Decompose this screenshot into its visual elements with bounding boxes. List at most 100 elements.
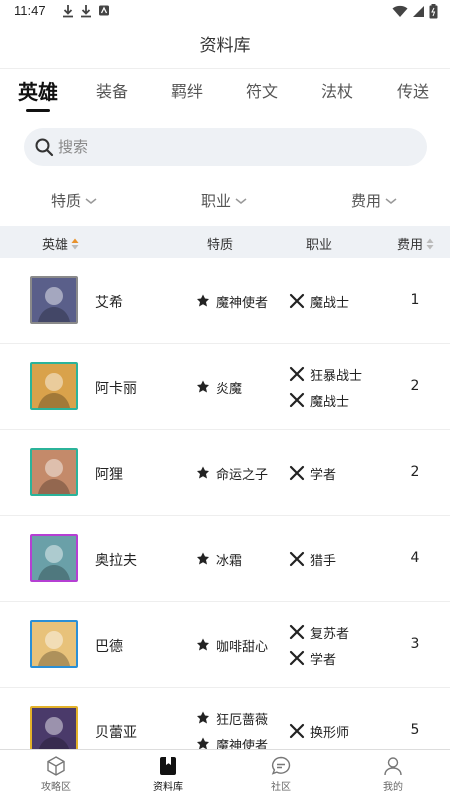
- class-tag[interactable]: 猎手: [289, 550, 384, 569]
- chat-icon: [271, 756, 291, 775]
- signal-icon: [413, 6, 424, 17]
- filter-cost-dropdown[interactable]: 费用: [351, 190, 398, 211]
- hero-avatar[interactable]: [30, 534, 78, 582]
- hero-row[interactable]: 巴德 咖啡甜心 复苏者 学者 3: [0, 602, 450, 688]
- search-bar[interactable]: [24, 128, 427, 166]
- trait-tag[interactable]: 冰霜: [195, 550, 290, 569]
- page-title: 资料库: [199, 36, 251, 56]
- table-header: 英雄 特质 职业 费用: [0, 226, 450, 258]
- sort-icon: [426, 238, 434, 249]
- hero-avatar[interactable]: [30, 706, 78, 749]
- class-icon: [289, 723, 305, 739]
- hero-classes: 复苏者学者: [289, 602, 384, 688]
- hero-traits: 魔神使者: [195, 258, 290, 344]
- hero-name: 贝蕾亚: [95, 725, 137, 741]
- system-icons: [392, 4, 438, 19]
- hero-portrait-image: [32, 536, 76, 580]
- trait-label: 魔神使者: [216, 738, 269, 750]
- trait-tag[interactable]: 魔神使者: [195, 735, 290, 750]
- hero-name: 艾希: [95, 295, 123, 311]
- hero-classes: 换形师: [289, 688, 384, 749]
- nav-community[interactable]: 社区: [246, 755, 316, 793]
- chevron-down-icon: [235, 197, 247, 204]
- nav-database-label: 资料库: [153, 782, 183, 793]
- hero-avatar[interactable]: [30, 276, 78, 324]
- status-time: 11:47: [14, 3, 46, 18]
- download-icon: [81, 5, 91, 18]
- class-tag[interactable]: 学者: [289, 649, 384, 668]
- hero-classes: 狂暴战士魔战士: [289, 344, 384, 430]
- tab-synergies[interactable]: 羁绊: [171, 69, 203, 117]
- book-icon: [160, 757, 176, 775]
- filter-trait-dropdown[interactable]: 特质: [51, 190, 98, 211]
- tab-items[interactable]: 装备: [96, 69, 128, 117]
- class-label: 魔战士: [310, 394, 350, 410]
- trait-icon: [197, 294, 209, 307]
- trait-tag[interactable]: 咖啡甜心: [195, 636, 290, 655]
- filter-cost-label: 费用: [351, 192, 382, 210]
- filter-bar: 特质 职业 费用: [0, 186, 450, 218]
- hero-avatar[interactable]: [30, 620, 78, 668]
- app-header: 资料库: [0, 24, 450, 68]
- hero-row[interactable]: 阿卡丽 炎魔 狂暴战士魔战士 2: [0, 344, 450, 430]
- class-tag[interactable]: 魔战士: [289, 292, 384, 311]
- trait-tag[interactable]: 魔神使者: [195, 292, 290, 311]
- category-tabs: 英雄 装备 羁绊 符文 法杖 传送: [0, 68, 450, 116]
- hero-classes: 魔战士: [289, 258, 384, 344]
- nav-profile[interactable]: 我的: [358, 755, 428, 793]
- search-input[interactable]: [58, 128, 408, 166]
- class-icon: [289, 551, 305, 567]
- filter-class-label: 职业: [201, 192, 232, 210]
- class-icon: [289, 650, 305, 666]
- trait-icon: [197, 737, 209, 749]
- sort-by-hero-header[interactable]: 英雄: [42, 234, 79, 253]
- hero-name: 奥拉夫: [95, 553, 137, 569]
- trait-tag[interactable]: 狂厄蔷薇: [195, 709, 290, 728]
- trait-tag[interactable]: 命运之子: [195, 464, 290, 483]
- tab-staffs[interactable]: 法杖: [321, 69, 353, 117]
- class-tag[interactable]: 狂暴战士: [289, 365, 384, 384]
- hero-traits: 命运之子: [195, 430, 290, 516]
- hero-cost: 2: [410, 464, 420, 480]
- filter-class-dropdown[interactable]: 职业: [201, 190, 248, 211]
- hero-row[interactable]: 艾希 魔神使者 魔战士 1: [0, 258, 450, 344]
- class-tag[interactable]: 换形师: [289, 722, 384, 741]
- hero-avatar[interactable]: [30, 448, 78, 496]
- hero-cost: 4: [410, 550, 420, 566]
- trait-label: 狂厄蔷薇: [216, 712, 269, 728]
- class-tag[interactable]: 魔战士: [289, 391, 384, 410]
- tab-runes[interactable]: 符文: [246, 69, 278, 117]
- class-icon: [289, 366, 305, 382]
- tab-active-indicator: [26, 109, 50, 112]
- hero-portrait-image: [32, 450, 76, 494]
- class-label: 复苏者: [310, 626, 350, 642]
- header-trait-label: 特质: [207, 238, 234, 253]
- trait-tag[interactable]: 炎魔: [195, 378, 290, 397]
- trait-label: 冰霜: [216, 553, 243, 569]
- nav-guides[interactable]: 攻略区: [21, 755, 91, 793]
- sort-by-cost-header[interactable]: 费用: [397, 234, 434, 253]
- nav-community-label: 社区: [271, 782, 291, 793]
- hero-cost: 2: [410, 378, 420, 394]
- wifi-icon: [392, 5, 408, 17]
- class-tag[interactable]: 复苏者: [289, 623, 384, 642]
- trait-label: 咖啡甜心: [216, 639, 269, 655]
- hero-row[interactable]: 阿狸 命运之子 学者 2: [0, 430, 450, 516]
- class-label: 学者: [310, 467, 337, 483]
- hero-row[interactable]: 奥拉夫 冰霜 猎手 4: [0, 516, 450, 602]
- hero-name: 巴德: [95, 639, 123, 655]
- hero-name: 阿卡丽: [95, 381, 137, 397]
- hero-avatar[interactable]: [30, 362, 78, 410]
- trait-icon: [197, 638, 209, 651]
- hero-row[interactable]: 贝蕾亚 狂厄蔷薇 魔神使者 换形师 5: [0, 688, 450, 749]
- class-tag[interactable]: 学者: [289, 464, 384, 483]
- hero-portrait-image: [32, 708, 76, 749]
- tab-teleport[interactable]: 传送: [397, 69, 429, 117]
- hero-name: 阿狸: [95, 467, 123, 483]
- header-cost-label: 费用: [397, 238, 424, 253]
- nav-database[interactable]: 资料库: [133, 755, 203, 793]
- hero-traits: 狂厄蔷薇 魔神使者: [195, 688, 290, 749]
- bottom-nav: 攻略区 资料库 社区 我的: [0, 749, 450, 800]
- chevron-down-icon: [385, 197, 397, 204]
- trait-icon: [197, 711, 209, 724]
